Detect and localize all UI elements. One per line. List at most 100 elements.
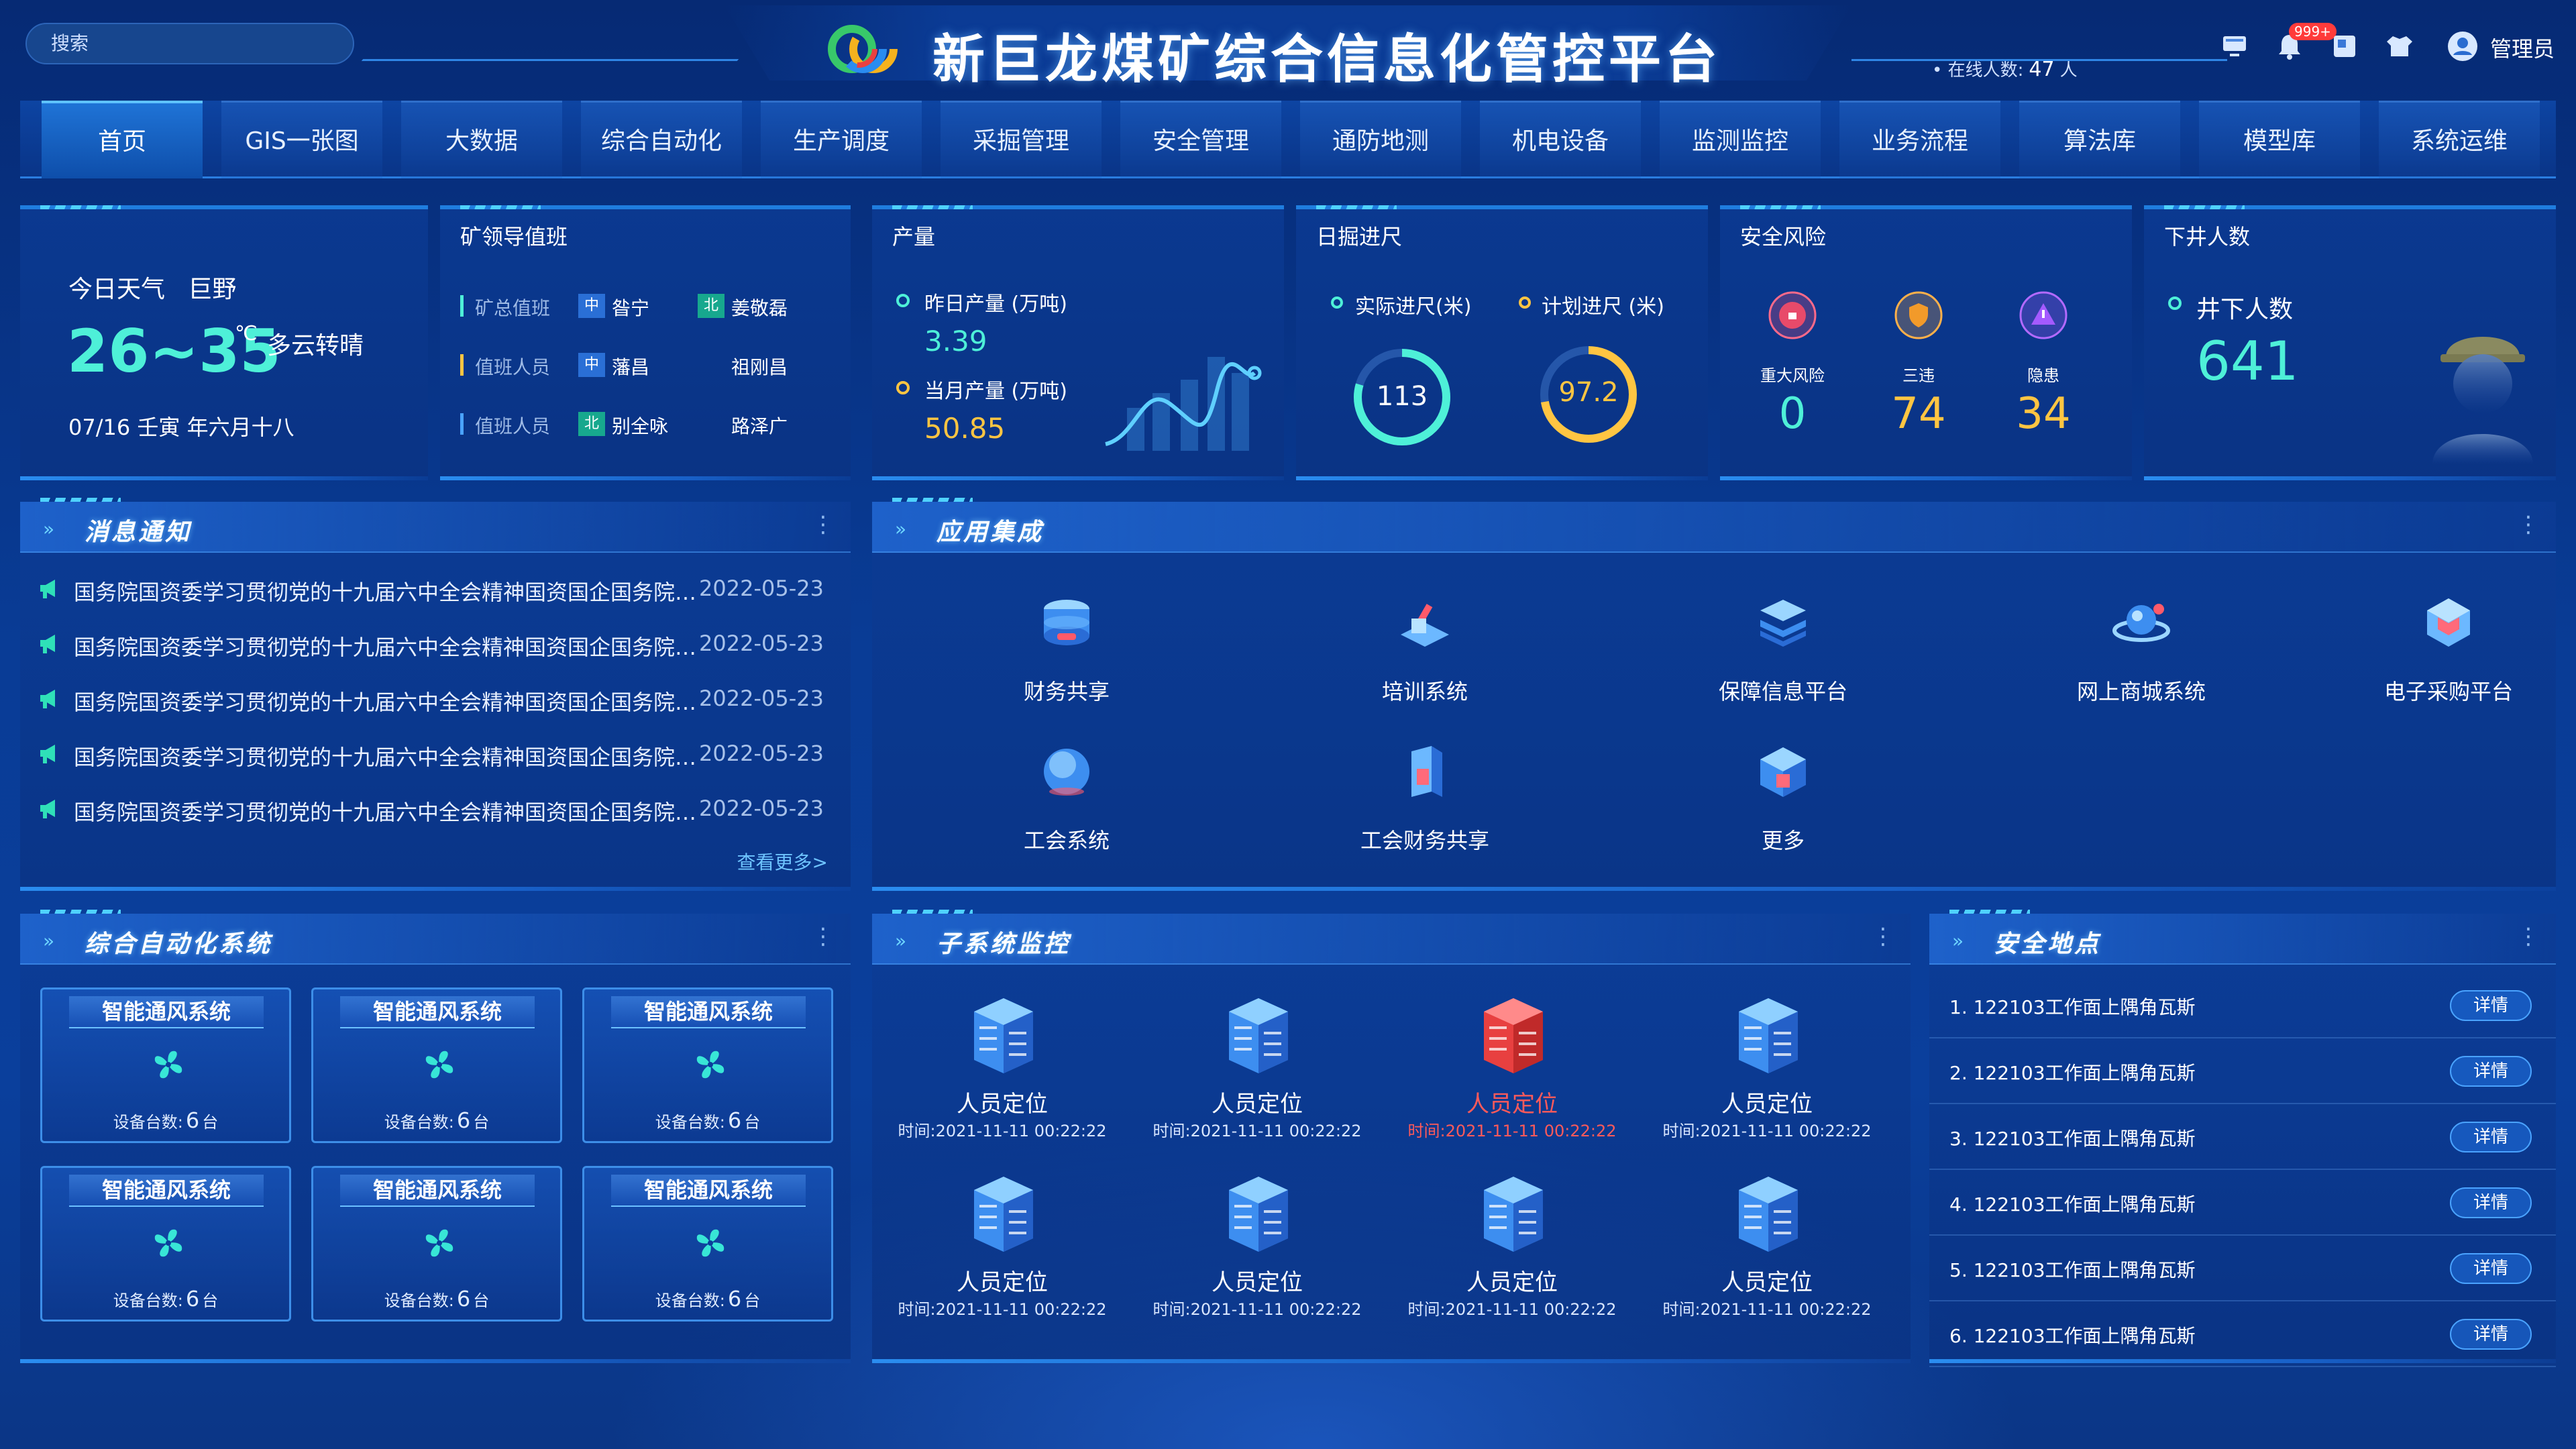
user-icon[interactable] (2446, 30, 2479, 63)
header-deco-line (361, 59, 739, 61)
megaphone-icon (40, 635, 55, 653)
safety-location: 6. 122103工作面上隅角瓦斯 (1949, 1325, 2196, 1347)
more-menu-icon[interactable]: ⋮ (2517, 923, 2540, 950)
apps-header: » 应用集成 ⋮ (872, 502, 2556, 553)
fan-icon (425, 1229, 453, 1257)
count-value: 6 (456, 1108, 471, 1133)
message-item[interactable]: 国务院国资委学习贯彻党的十九届六中全会精神国资国企国务院国资委学习贯彻党的十九届… (20, 741, 832, 770)
count-label: 设备台数: (384, 1291, 454, 1310)
app-union-system[interactable]: 工会系统 (966, 738, 1167, 865)
brand-logo-icon (828, 25, 898, 73)
apps-title: 应用集成 (936, 519, 1044, 546)
nav-item[interactable]: 算法库 (2019, 101, 2180, 178)
server-icon (1484, 1177, 1543, 1252)
subsystem-time: 时间:2021-11-11 00:22:22 (1407, 1122, 1617, 1140)
app-e-procurement[interactable]: 电子采购平台 (2348, 589, 2549, 716)
ventilation-card[interactable]: 智能通风系统 设备台数: 6 台 (40, 1166, 291, 1322)
nav-item[interactable]: 模型库 (2199, 101, 2360, 178)
count-value: 6 (727, 1286, 742, 1311)
view-more-link[interactable]: 查看更多> (737, 848, 828, 875)
safety-location: 1. 122103工作面上隅角瓦斯 (1949, 996, 2196, 1018)
nav-item[interactable]: 业务流程 (1839, 101, 2000, 178)
shirt-icon[interactable] (2383, 30, 2416, 63)
subsystem-item-alarm[interactable]: 人员定位 时间:2021-11-11 00:22:22 (1398, 993, 1626, 1161)
duty-tag: 中 (578, 294, 605, 318)
more-menu-icon[interactable]: ⋮ (1872, 923, 1894, 950)
ventilation-card[interactable]: 智能通风系统 设备台数: 6 台 (311, 1166, 562, 1322)
more-menu-icon[interactable]: ⋮ (2517, 511, 2540, 538)
advance-panel: 日掘进尺 实际进尺(米) 计划进尺 (米) 113 97.2 (1296, 205, 1708, 480)
yesterday-label: 昨日产量 (万吨) (924, 292, 1067, 316)
app-finance-share[interactable]: 财务共享 (966, 589, 1167, 716)
messages-panel: » 消息通知 ⋮ 国务院国资委学习贯彻党的十九届六中全会精神国资国企国务院国资委… (20, 498, 851, 891)
double-arrow-icon: » (43, 518, 55, 540)
app-more[interactable]: 更多 (1682, 738, 1884, 865)
double-arrow-icon: » (43, 930, 55, 952)
message-item[interactable]: 国务院国资委学习贯彻党的十九届六中全会精神国资国企国务院国资委学习贯彻党的十九届… (20, 796, 832, 825)
app-label: 工会财务共享 (1360, 828, 1489, 853)
nav-item[interactable]: 机电设备 (1480, 101, 1641, 178)
subsystem-name: 人员定位 (1466, 1269, 1558, 1296)
nav-item[interactable]: 大数据 (401, 101, 562, 178)
major-risk-icon (1768, 291, 1817, 339)
ventilation-card[interactable]: 智能通风系统 设备台数: 6 台 (311, 987, 562, 1143)
monitor-icon[interactable] (2218, 30, 2251, 63)
window-icon[interactable] (2328, 30, 2361, 63)
count-unit: 台 (473, 1291, 490, 1310)
detail-button[interactable]: 详情 (2450, 990, 2532, 1021)
nav-item[interactable]: 系统运维 (2379, 101, 2540, 178)
ventilation-card[interactable]: 智能通风系统 设备台数: 6 台 (582, 1166, 833, 1322)
server-icon (1739, 998, 1798, 1073)
message-text: 国务院国资委学习贯彻党的十九届六中全会精神国资国企国务院国资委学习贯彻党的十九届… (74, 745, 698, 770)
card-title: 智能通风系统 (611, 1175, 806, 1207)
nav-item[interactable]: 通防地测 (1300, 101, 1461, 178)
more-menu-icon[interactable]: ⋮ (812, 511, 835, 538)
nav-item[interactable]: 综合自动化 (581, 101, 742, 178)
subsystem-item[interactable]: 人员定位 时间:2021-11-11 00:22:22 (1653, 1171, 1881, 1339)
user-name[interactable]: 管理员 (2490, 32, 2555, 63)
card-title: 智能通风系统 (340, 1175, 535, 1207)
megaphone-icon (40, 745, 55, 763)
weather-date: 07/16 壬寅 年六月十八 (68, 415, 294, 440)
app-training-system[interactable]: 培训系统 (1324, 589, 1525, 716)
device-count: 设备台数: 6 台 (313, 1108, 560, 1133)
message-item[interactable]: 国务院国资委学习贯彻党的十九届六中全会精神国资国企国务院国资委学习贯彻党的十九届… (20, 576, 832, 605)
weather-unit: ℃ (235, 322, 258, 345)
output-title: 产量 (892, 224, 936, 250)
ventilation-card[interactable]: 智能通风系统 设备台数: 6 台 (582, 987, 833, 1143)
nav-item[interactable]: 采掘管理 (941, 101, 1102, 178)
subsystem-item[interactable]: 人员定位 时间:2021-11-11 00:22:22 (1653, 993, 1881, 1161)
app-support-info-platform[interactable]: 保障信息平台 (1682, 589, 1884, 716)
nav-item[interactable]: 监测监控 (1660, 101, 1821, 178)
actual-value: 113 (1376, 381, 1428, 412)
ventilation-card[interactable]: 智能通风系统 设备台数: 6 台 (40, 987, 291, 1143)
subsystem-item[interactable]: 人员定位 时间:2021-11-11 00:22:22 (888, 1171, 1116, 1339)
fan-icon (154, 1051, 182, 1079)
subsystem-name: 人员定位 (1212, 1269, 1303, 1296)
plan-label: 计划进尺 (米) (1542, 295, 1664, 319)
message-item[interactable]: 国务院国资委学习贯彻党的十九届六中全会精神国资国企国务院国资委学习贯彻党的十九届… (20, 631, 832, 660)
app-union-finance-share[interactable]: 工会财务共享 (1324, 738, 1525, 865)
app-online-mall[interactable]: 网上商城系统 (2041, 589, 2242, 716)
nav-item[interactable]: GIS一张图 (221, 101, 382, 178)
safety-row: 5. 122103工作面上隅角瓦斯 详情 (1929, 1236, 2556, 1301)
more-menu-icon[interactable]: ⋮ (812, 923, 835, 950)
subsystem-item[interactable]: 人员定位 时间:2021-11-11 00:22:22 (1143, 993, 1371, 1161)
nav-item[interactable]: 首页 (42, 101, 203, 178)
detail-button[interactable]: 详情 (2450, 1187, 2532, 1218)
message-item[interactable]: 国务院国资委学习贯彻党的十九届六中全会精神国资国企国务院国资委学习贯彻党的十九届… (20, 686, 832, 715)
detail-button[interactable]: 详情 (2450, 1253, 2532, 1284)
duty-name: 祖刚昌 (731, 356, 788, 378)
count-value: 6 (727, 1108, 742, 1133)
duty-row-marker (460, 413, 464, 435)
search-input[interactable]: 搜索 (25, 23, 354, 64)
subsystem-item[interactable]: 人员定位 时间:2021-11-11 00:22:22 (1143, 1171, 1371, 1339)
detail-button[interactable]: 详情 (2450, 1122, 2532, 1152)
nav-item[interactable]: 生产调度 (761, 101, 922, 178)
detail-button[interactable]: 详情 (2450, 1319, 2532, 1350)
nav-item[interactable]: 安全管理 (1120, 101, 1281, 178)
subsystem-item[interactable]: 人员定位 时间:2021-11-11 00:22:22 (888, 993, 1116, 1161)
message-date: 2022-05-23 (699, 796, 824, 821)
detail-button[interactable]: 详情 (2450, 1056, 2532, 1087)
subsystem-item[interactable]: 人员定位 时间:2021-11-11 00:22:22 (1398, 1171, 1626, 1339)
